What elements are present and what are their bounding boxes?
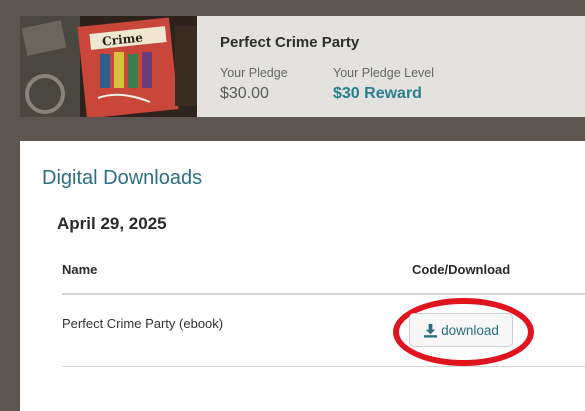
download-icon: [423, 323, 438, 338]
column-header-name: Name: [62, 262, 98, 277]
column-header-code-download: Code/Download: [412, 262, 511, 277]
pledge-value: $30.00: [220, 85, 269, 102]
table-header-divider: [62, 293, 585, 295]
table-row-divider: [62, 366, 585, 367]
table-row-item-name: Perfect Crime Party (ebook): [62, 316, 224, 331]
pledge-amount-group: Your Pledge $30.00: [220, 66, 288, 103]
download-button[interactable]: download: [409, 313, 513, 347]
section-title: Digital Downloads: [42, 167, 203, 189]
project-cover-image: Crime: [20, 16, 197, 117]
pledge-level-value[interactable]: $30 Reward: [333, 85, 434, 103]
project-title: Perfect Crime Party: [220, 34, 360, 51]
pledge-level-group: Your Pledge Level $30 Reward: [333, 66, 434, 103]
pledge-level-label: Your Pledge Level: [333, 66, 435, 80]
pledge-summary-card: Crime Perfect Crime Party Your Pledge $3…: [20, 16, 585, 117]
download-button-label: download: [441, 322, 499, 338]
digital-downloads-panel: Digital Downloads April 29, 2025 Name Co…: [20, 141, 585, 411]
pledge-label: Your Pledge: [220, 66, 288, 80]
download-date: April 29, 2025: [57, 214, 167, 233]
